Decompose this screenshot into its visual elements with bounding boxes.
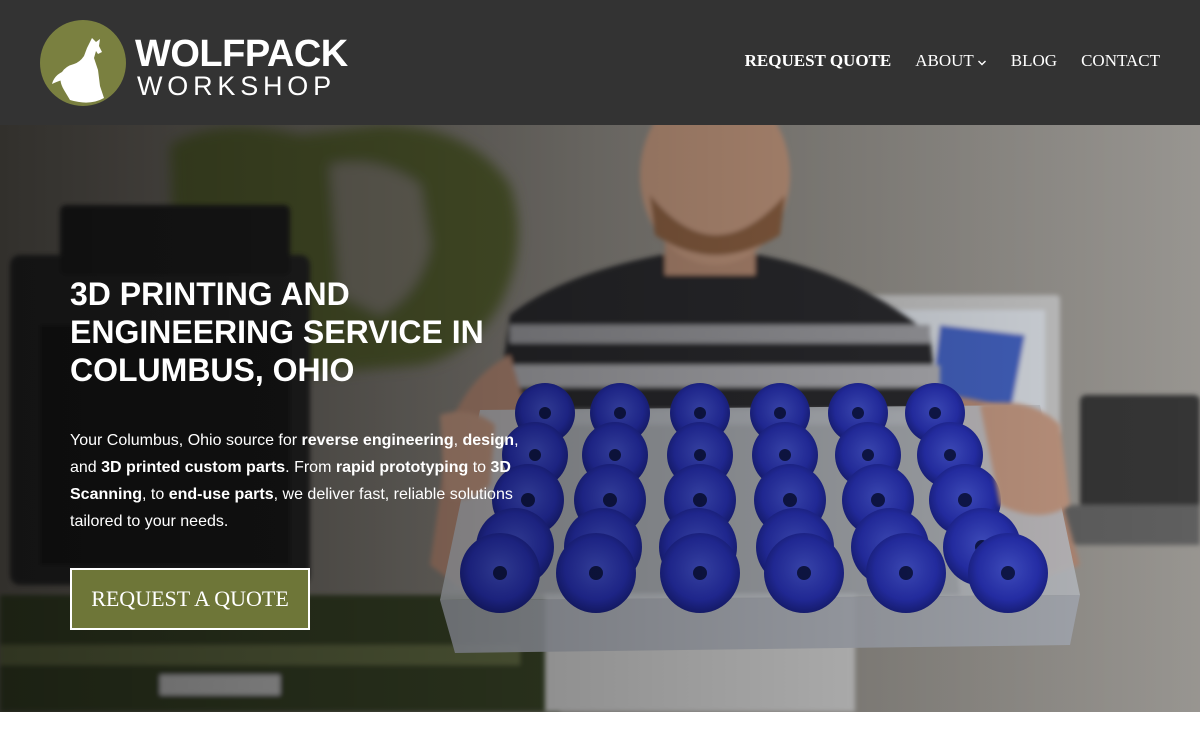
hero-description-segment: to — [468, 459, 491, 476]
hero-description: Your Columbus, Ohio source for reverse e… — [70, 427, 530, 535]
hero-content: 3D PRINTING AND ENGINEERING SERVICE IN C… — [70, 275, 540, 630]
hero-description-segment: Your Columbus, Ohio source for — [70, 432, 302, 449]
hero-section: 3D PRINTING AND ENGINEERING SERVICE IN C… — [0, 125, 1200, 712]
hero-description-bold: design — [462, 432, 515, 449]
nav-about-label: ABOUT — [915, 51, 974, 70]
hero-description-bold: rapid prototyping — [335, 459, 469, 476]
hero-description-bold: 3D printed custom parts — [101, 459, 286, 476]
site-header: WOLFPACK WORKSHOP REQUEST QUOTE ABOUT BL… — [0, 0, 1200, 125]
hero-description-segment: , — [453, 432, 463, 449]
page-content-start — [0, 712, 1200, 750]
hero-description-segment: . From — [285, 459, 336, 476]
chevron-down-icon — [977, 60, 986, 65]
hero-title: 3D PRINTING AND ENGINEERING SERVICE IN C… — [70, 276, 484, 388]
logo-wordmark-line2: WORKSHOP — [137, 71, 336, 101]
nav-contact[interactable]: CONTACT — [1081, 50, 1160, 72]
hero-description-segment: , to — [142, 486, 169, 503]
nav-request-quote[interactable]: REQUEST QUOTE — [745, 50, 892, 72]
site-logo[interactable]: WOLFPACK WORKSHOP — [40, 20, 360, 106]
hero-description-bold: reverse engineering — [301, 432, 454, 449]
request-a-quote-button[interactable]: REQUEST A QUOTE — [70, 568, 310, 630]
nav-about[interactable]: ABOUT — [915, 50, 987, 72]
hero-description-bold: end-use parts — [168, 486, 274, 503]
main-nav: REQUEST QUOTE ABOUT BLOG CONTACT — [721, 50, 1160, 72]
nav-blog[interactable]: BLOG — [1011, 50, 1057, 72]
wolf-howling-icon — [40, 20, 126, 106]
logo-wordmark-line1: WOLFPACK — [135, 33, 348, 75]
